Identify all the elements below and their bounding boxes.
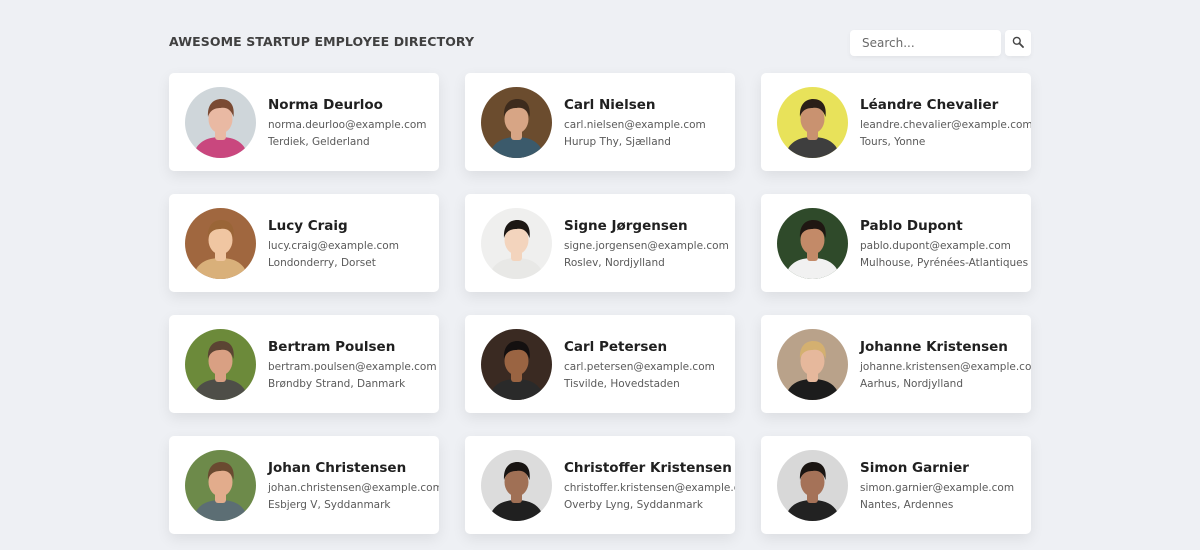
employee-info: Johanne Kristensen johanne.kristensen@ex… [860,339,1031,390]
employee-email: norma.deurloo@example.com [268,118,427,131]
employee-location: Overby Lyng, Syddanmark [564,498,703,511]
employee-email: pablo.dupont@example.com [860,239,1011,252]
avatar [481,207,552,279]
search-button[interactable] [1005,30,1031,56]
employee-card[interactable]: Simon Garnier simon.garnier@example.com … [761,436,1031,534]
employee-card[interactable]: Carl Nielsen carl.nielsen@example.com Hu… [465,73,735,171]
employee-email: simon.garnier@example.com [860,481,1015,494]
employee-email: bertram.poulsen@example.com [268,360,437,373]
employee-email: carl.nielsen@example.com [564,118,706,131]
employee-email: christoffer.kristensen@example.com [564,481,735,494]
employee-info: Johan Christensen johan.christensen@exam… [268,460,439,511]
employee-card[interactable]: Johanne Kristensen johanne.kristensen@ex… [761,315,1031,413]
employee-email: johanne.kristensen@example.com [860,360,1031,373]
employee-card[interactable]: Carl Petersen carl.petersen@example.com … [465,315,735,413]
employee-email: signe.jorgensen@example.com [564,239,729,252]
employee-name: Norma Deurloo [268,96,383,113]
avatar [777,86,848,158]
employee-info: Norma Deurloo norma.deurloo@example.com … [268,97,427,148]
employee-card[interactable]: Lucy Craig lucy.craig@example.com London… [169,194,439,292]
employee-card[interactable]: Signe Jørgensen signe.jorgensen@example.… [465,194,735,292]
avatar [481,449,552,521]
search-form [850,30,1031,56]
employee-location: Mulhouse, Pyrénées-Atlantiques [860,256,1029,269]
avatar [185,449,256,521]
employee-card[interactable]: Bertram Poulsen bertram.poulsen@example.… [169,315,439,413]
employee-email: leandre.chevalier@example.com [860,118,1031,131]
employee-location: Tisvilde, Hovedstaden [564,377,680,390]
employee-name: Johanne Kristensen [860,338,1008,355]
employee-email: carl.petersen@example.com [564,360,715,373]
employee-location: Tours, Yonne [860,135,926,148]
page-title: Awesome Startup Employee Directory [169,34,475,49]
page-header: Awesome Startup Employee Directory [169,30,1031,58]
employee-info: Carl Nielsen carl.nielsen@example.com Hu… [564,97,706,148]
employee-location: Aarhus, Nordjylland [860,377,964,390]
employee-name: Carl Nielsen [564,96,656,113]
avatar [777,207,848,279]
avatar [481,328,552,400]
employee-info: Léandre Chevalier leandre.chevalier@exam… [860,97,1031,148]
avatar [185,328,256,400]
employee-name: Pablo Dupont [860,217,963,234]
employee-info: Pablo Dupont pablo.dupont@example.com Mu… [860,218,1028,269]
magnifier-icon [1012,36,1024,51]
employee-name: Christoffer Kristensen [564,459,732,476]
employee-info: Lucy Craig lucy.craig@example.com London… [268,218,399,269]
employee-location: Esbjerg V, Syddanmark [268,498,391,511]
employee-name: Léandre Chevalier [860,96,999,113]
employee-name: Bertram Poulsen [268,338,396,355]
directory-page: Awesome Startup Employee Directory [0,0,1200,550]
employee-location: Londonderry, Dorset [268,256,376,269]
employee-name: Signe Jørgensen [564,217,688,234]
avatar [185,86,256,158]
employee-name: Simon Garnier [860,459,969,476]
avatar [777,449,848,521]
employee-email: lucy.craig@example.com [268,239,399,252]
employee-name: Johan Christensen [268,459,407,476]
avatar [777,328,848,400]
avatar [185,207,256,279]
employee-location: Hurup Thy, Sjælland [564,135,671,148]
employee-grid: Norma Deurloo norma.deurloo@example.com … [169,73,1031,534]
employee-location: Terdiek, Gelderland [268,135,370,148]
employee-info: Signe Jørgensen signe.jorgensen@example.… [564,218,729,269]
employee-name: Lucy Craig [268,217,348,234]
employee-info: Carl Petersen carl.petersen@example.com … [564,339,715,390]
employee-location: Brøndby Strand, Danmark [268,377,406,390]
employee-info: Bertram Poulsen bertram.poulsen@example.… [268,339,437,390]
employee-location: Roslev, Nordjylland [564,256,665,269]
employee-card[interactable]: Norma Deurloo norma.deurloo@example.com … [169,73,439,171]
employee-card[interactable]: Johan Christensen johan.christensen@exam… [169,436,439,534]
employee-card[interactable]: Léandre Chevalier leandre.chevalier@exam… [761,73,1031,171]
employee-name: Carl Petersen [564,338,668,355]
employee-email: johan.christensen@example.com [268,481,439,494]
search-input[interactable] [850,30,1001,56]
employee-card[interactable]: Christoffer Kristensen christoffer.krist… [465,436,735,534]
employee-info: Simon Garnier simon.garnier@example.com … [860,460,1014,511]
avatar [481,86,552,158]
employee-info: Christoffer Kristensen christoffer.krist… [564,460,735,511]
employee-card[interactable]: Pablo Dupont pablo.dupont@example.com Mu… [761,194,1031,292]
employee-location: Nantes, Ardennes [860,498,954,511]
